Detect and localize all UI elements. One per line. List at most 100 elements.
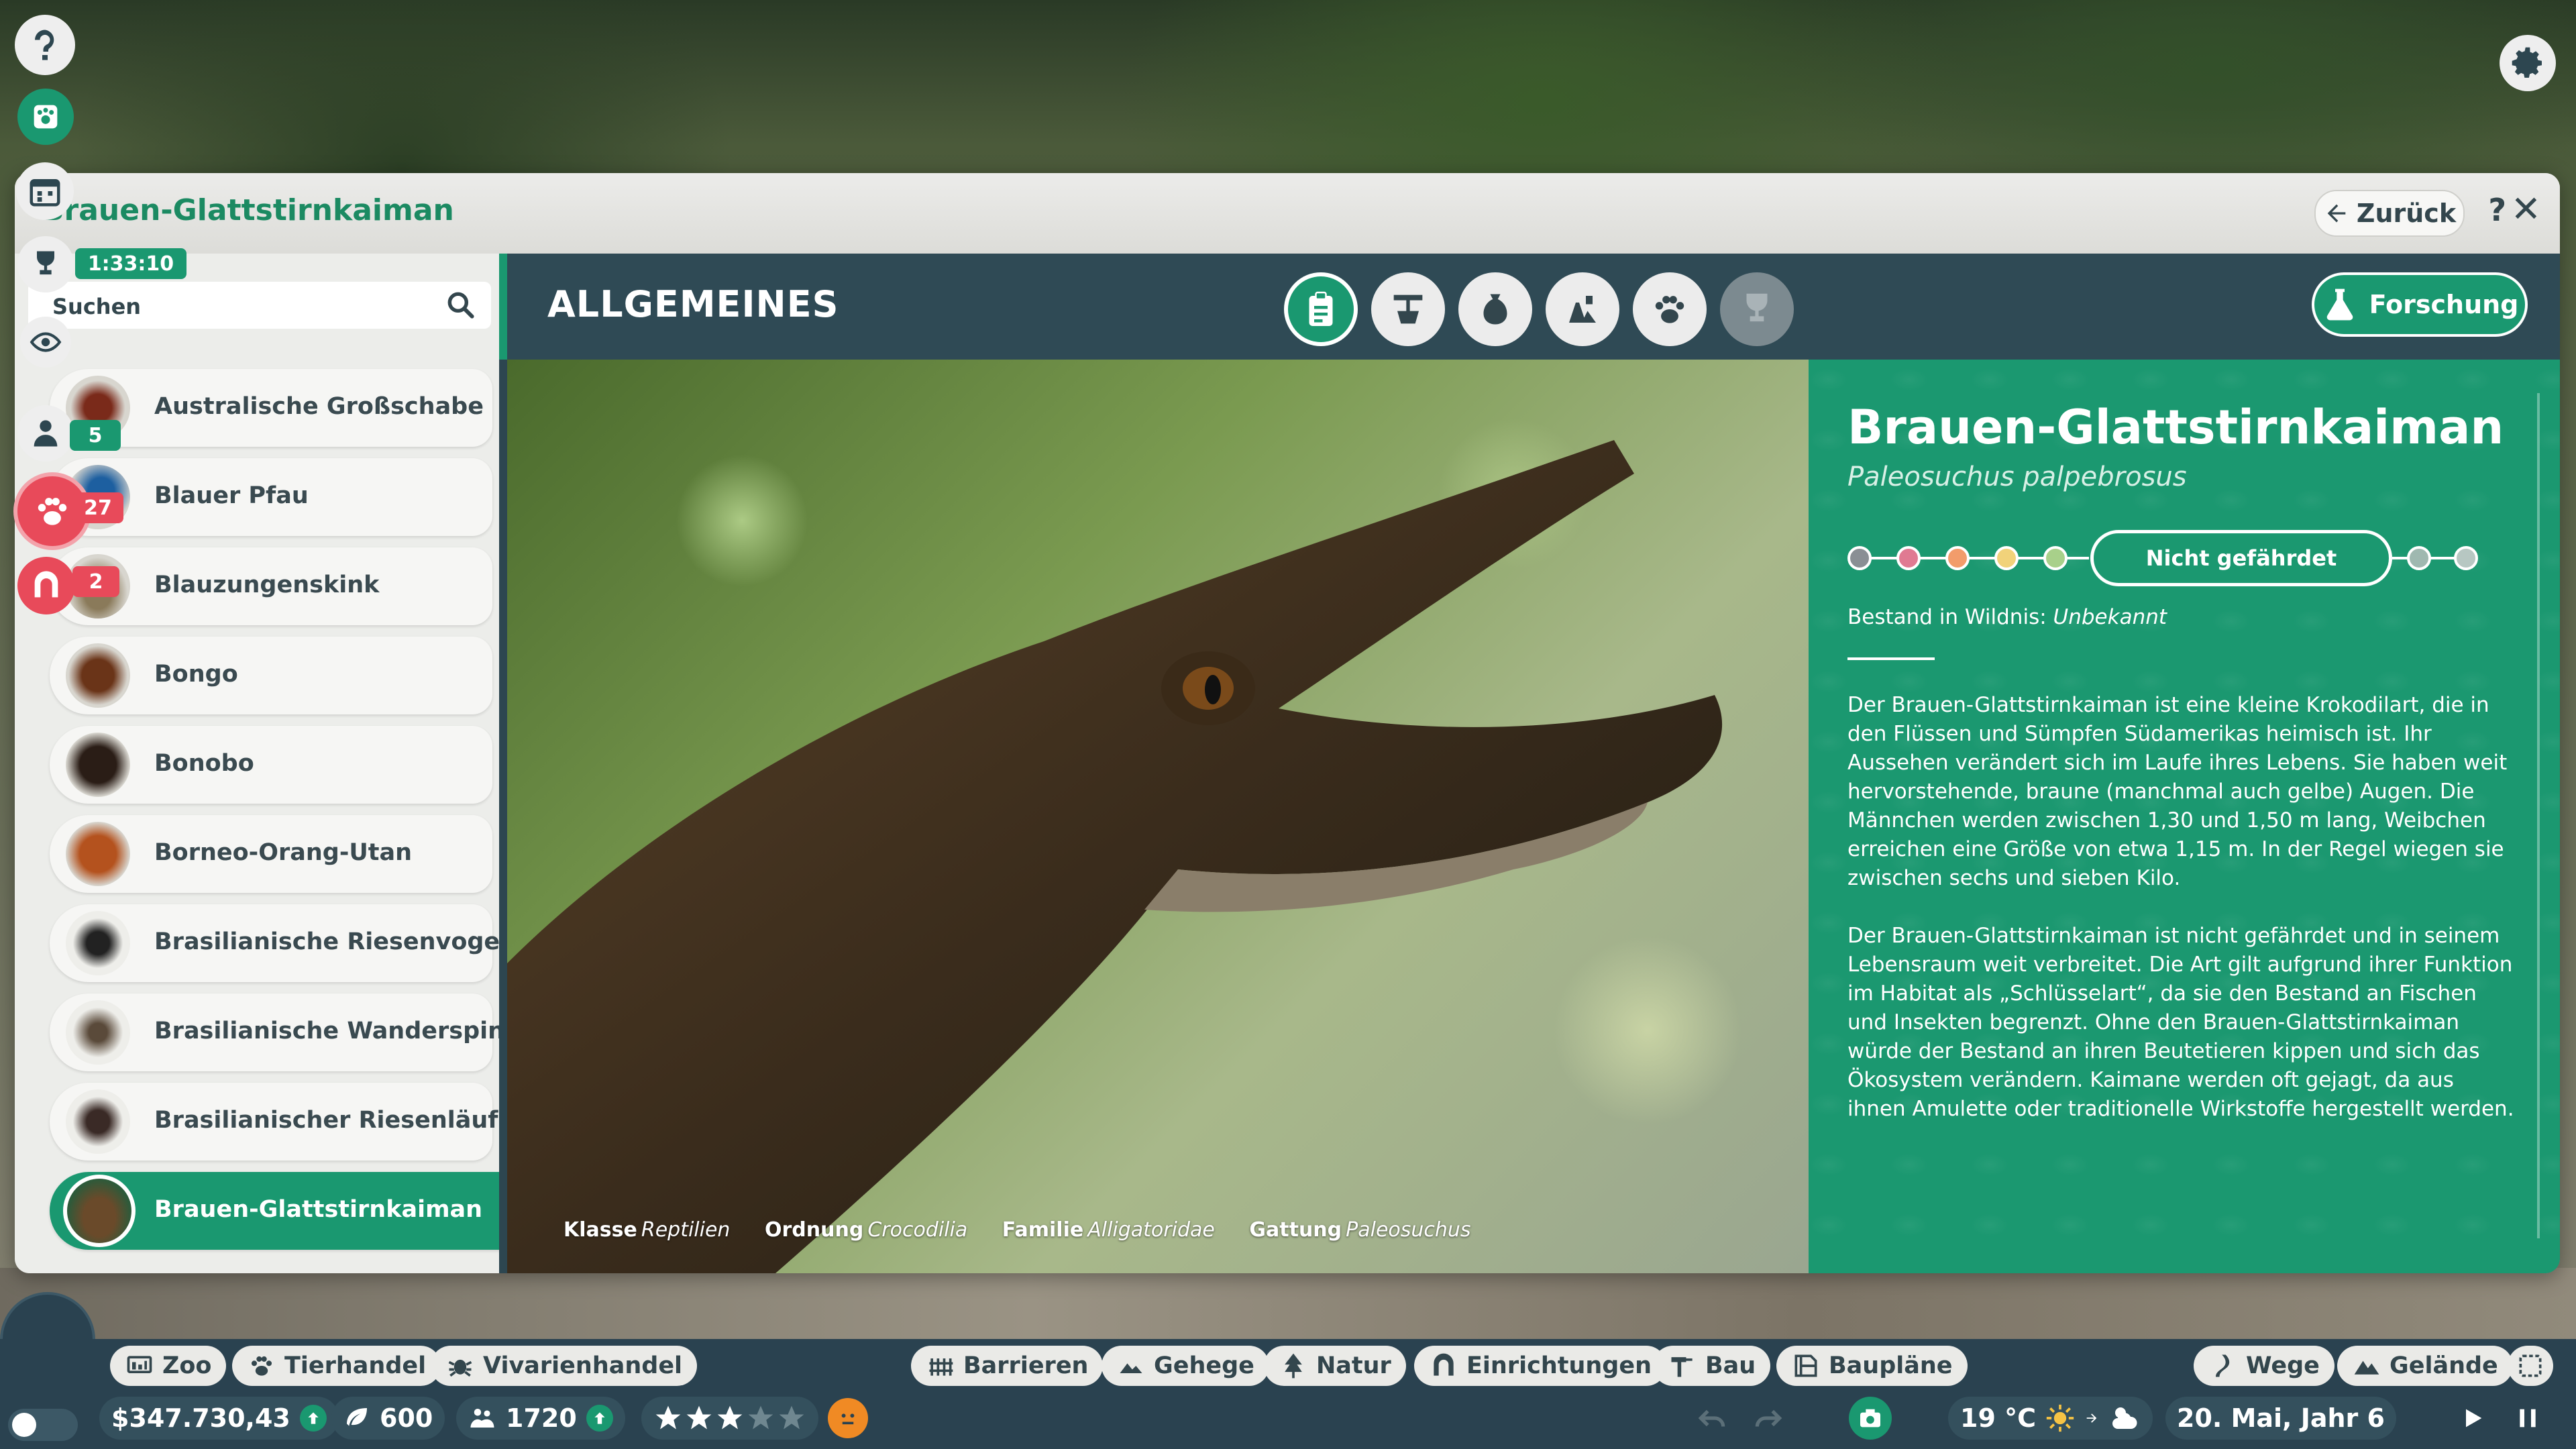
habitats-button[interactable]: Gehege <box>1102 1346 1269 1386</box>
status-dot-endangered <box>1945 546 1970 570</box>
species-name: Brasilianischer Riesenläufer <box>154 1107 526 1134</box>
barriers-button[interactable]: Barrieren <box>911 1346 1104 1386</box>
species-content: ALLGEMEINES Forschung Klasse Reptilien O… <box>499 254 2560 1273</box>
research-label: Forschung <box>2369 290 2519 319</box>
status-dot-unknown <box>2454 546 2478 570</box>
zoo-button[interactable]: Zoo <box>110 1346 227 1386</box>
flask-icon <box>2326 288 2353 321</box>
terrain-label: Gelände <box>2390 1352 2498 1379</box>
conservation-status: Nicht gefährdet <box>1847 527 2478 588</box>
date-display[interactable]: 20. Mai, Jahr 6 <box>2165 1397 2396 1440</box>
blueprints-button[interactable]: Baupläne <box>1776 1346 1968 1386</box>
conservation-display[interactable]: 600 <box>331 1397 445 1440</box>
star-empty-icon <box>779 1405 804 1430</box>
list-item[interactable]: Borneo-Orang-Utan <box>50 815 492 893</box>
research-button[interactable]: Forschung <box>2312 272 2528 337</box>
species-name: Brasilianische Riesenvogels... <box>154 928 549 955</box>
staff-hud-button[interactable] <box>17 405 74 462</box>
list-item[interactable]: Brasilianischer Riesenläufer <box>50 1083 526 1161</box>
back-label: Zurück <box>2356 199 2457 228</box>
window-title: Brauen-Glattstirnkaiman <box>42 193 454 227</box>
zoopedia-hud-button[interactable] <box>17 89 74 145</box>
taxonomy-line: Klasse Reptilien Ordnung Crocodilia Famili… <box>564 1218 1499 1242</box>
visibility-hud-button[interactable] <box>20 317 71 368</box>
trend-up-icon <box>299 1405 327 1432</box>
calendar-hud-button[interactable] <box>16 162 74 220</box>
facilities-button[interactable]: Einrichtungen <box>1414 1346 1667 1386</box>
animal-trade-button[interactable]: Tierhandel <box>232 1346 441 1386</box>
trophy-icon <box>1746 293 1768 322</box>
timer-badge: 1:33:10 <box>75 248 186 279</box>
tab-general[interactable] <box>1284 272 1358 346</box>
objectives-hud-button[interactable] <box>17 236 74 292</box>
paths-button[interactable]: Wege <box>2194 1346 2334 1386</box>
species-name: Bonobo <box>154 750 254 777</box>
close-button[interactable]: ✕ <box>2511 188 2541 230</box>
list-item[interactable]: Brasilianische Riesenvogels... <box>50 904 549 982</box>
tab-habitat[interactable] <box>1371 272 1445 346</box>
tab-enrichment[interactable] <box>1546 272 1619 346</box>
search-input[interactable]: Suchen <box>28 282 491 329</box>
habitat-icon <box>1120 1363 1142 1373</box>
tab-welfare[interactable] <box>1633 272 1707 346</box>
conservation-value: 600 <box>380 1403 433 1433</box>
list-item-selected[interactable]: Brauen-Glattstirnkaiman <box>50 1172 513 1250</box>
species-thumbnail <box>66 643 130 708</box>
star-filled-icon <box>655 1405 681 1430</box>
food-sack-icon <box>1483 294 1507 325</box>
species-thumbnail <box>63 1175 136 1247</box>
habitat-icon <box>1393 294 1423 324</box>
vivarium-trade-button[interactable]: Vivarienhandel <box>431 1346 698 1386</box>
paw-icon <box>1655 296 1684 323</box>
species-photo: Klasse Reptilien Ordnung Crocodilia Famili… <box>507 360 1809 1273</box>
guests-display[interactable]: 1720 <box>456 1397 625 1440</box>
staff-icon <box>34 420 58 447</box>
species-info-panel: Brauen-Glattstirnkaiman Paleosuchus palp… <box>1809 360 2560 1273</box>
status-dot-extinct <box>1847 546 1872 570</box>
zoo-icon <box>127 1356 152 1373</box>
guests-icon <box>470 1409 494 1428</box>
list-item[interactable]: Bongo <box>50 637 492 714</box>
tab-achievements[interactable] <box>1720 272 1794 346</box>
wild-population: Bestand in Wildnis: Unbekannt <box>1847 605 2167 629</box>
more-tools-button[interactable] <box>2508 1346 2553 1386</box>
blueprint-icon <box>1794 1354 1817 1377</box>
status-dot-critical <box>1896 546 1921 570</box>
pause-button[interactable] <box>2506 1397 2549 1440</box>
undo-button[interactable] <box>1690 1397 1733 1440</box>
eye-icon <box>30 332 62 352</box>
star-filled-icon <box>686 1405 712 1430</box>
list-item[interactable]: Brasilianische Wanderspinne <box>50 994 537 1071</box>
guest-mood-button[interactable] <box>828 1398 868 1438</box>
money-display[interactable]: $347.730,43 <box>99 1397 339 1440</box>
help-button[interactable]: ? <box>2488 192 2506 228</box>
play-icon <box>2466 1409 2482 1428</box>
settings-button[interactable] <box>2500 35 2556 91</box>
zoo-rating[interactable] <box>641 1397 818 1440</box>
build-button[interactable]: Bau <box>1653 1346 1771 1386</box>
ui-toggle-switch[interactable] <box>8 1409 78 1441</box>
class-label: Klasse <box>564 1218 637 1242</box>
info-scrollbar[interactable] <box>2537 393 2540 1238</box>
arrow-left-icon <box>2327 204 2346 223</box>
help-hud-button[interactable] <box>15 15 75 75</box>
species-list-panel: Suchen Australische Großschabe Blauer Pf… <box>15 254 549 1273</box>
redo-button[interactable] <box>1747 1397 1790 1440</box>
species-name: Blauer Pfau <box>154 482 309 509</box>
species-name: Australische Großschabe <box>154 393 484 420</box>
calendar-icon <box>30 179 60 207</box>
tab-food[interactable] <box>1458 272 1532 346</box>
facilities-hud-button[interactable] <box>17 557 75 614</box>
status-dot-data <box>2407 546 2431 570</box>
species-name: Brauen-Glattstirnkaiman <box>154 1196 483 1223</box>
nature-button[interactable]: Natur <box>1264 1346 1406 1386</box>
list-item[interactable]: Bonobo <box>50 726 492 804</box>
bug-icon <box>448 1359 472 1377</box>
species-thumbnail <box>66 1000 130 1065</box>
back-button[interactable]: Zurück <box>2314 190 2465 237</box>
camera-photo-button[interactable] <box>1849 1397 1892 1440</box>
play-button[interactable] <box>2451 1397 2494 1440</box>
family-value: Alligatoridae <box>1087 1218 1215 1242</box>
weather-display[interactable]: 19 °C <box>1948 1397 2153 1440</box>
terrain-button[interactable]: Gelände <box>2337 1346 2513 1386</box>
